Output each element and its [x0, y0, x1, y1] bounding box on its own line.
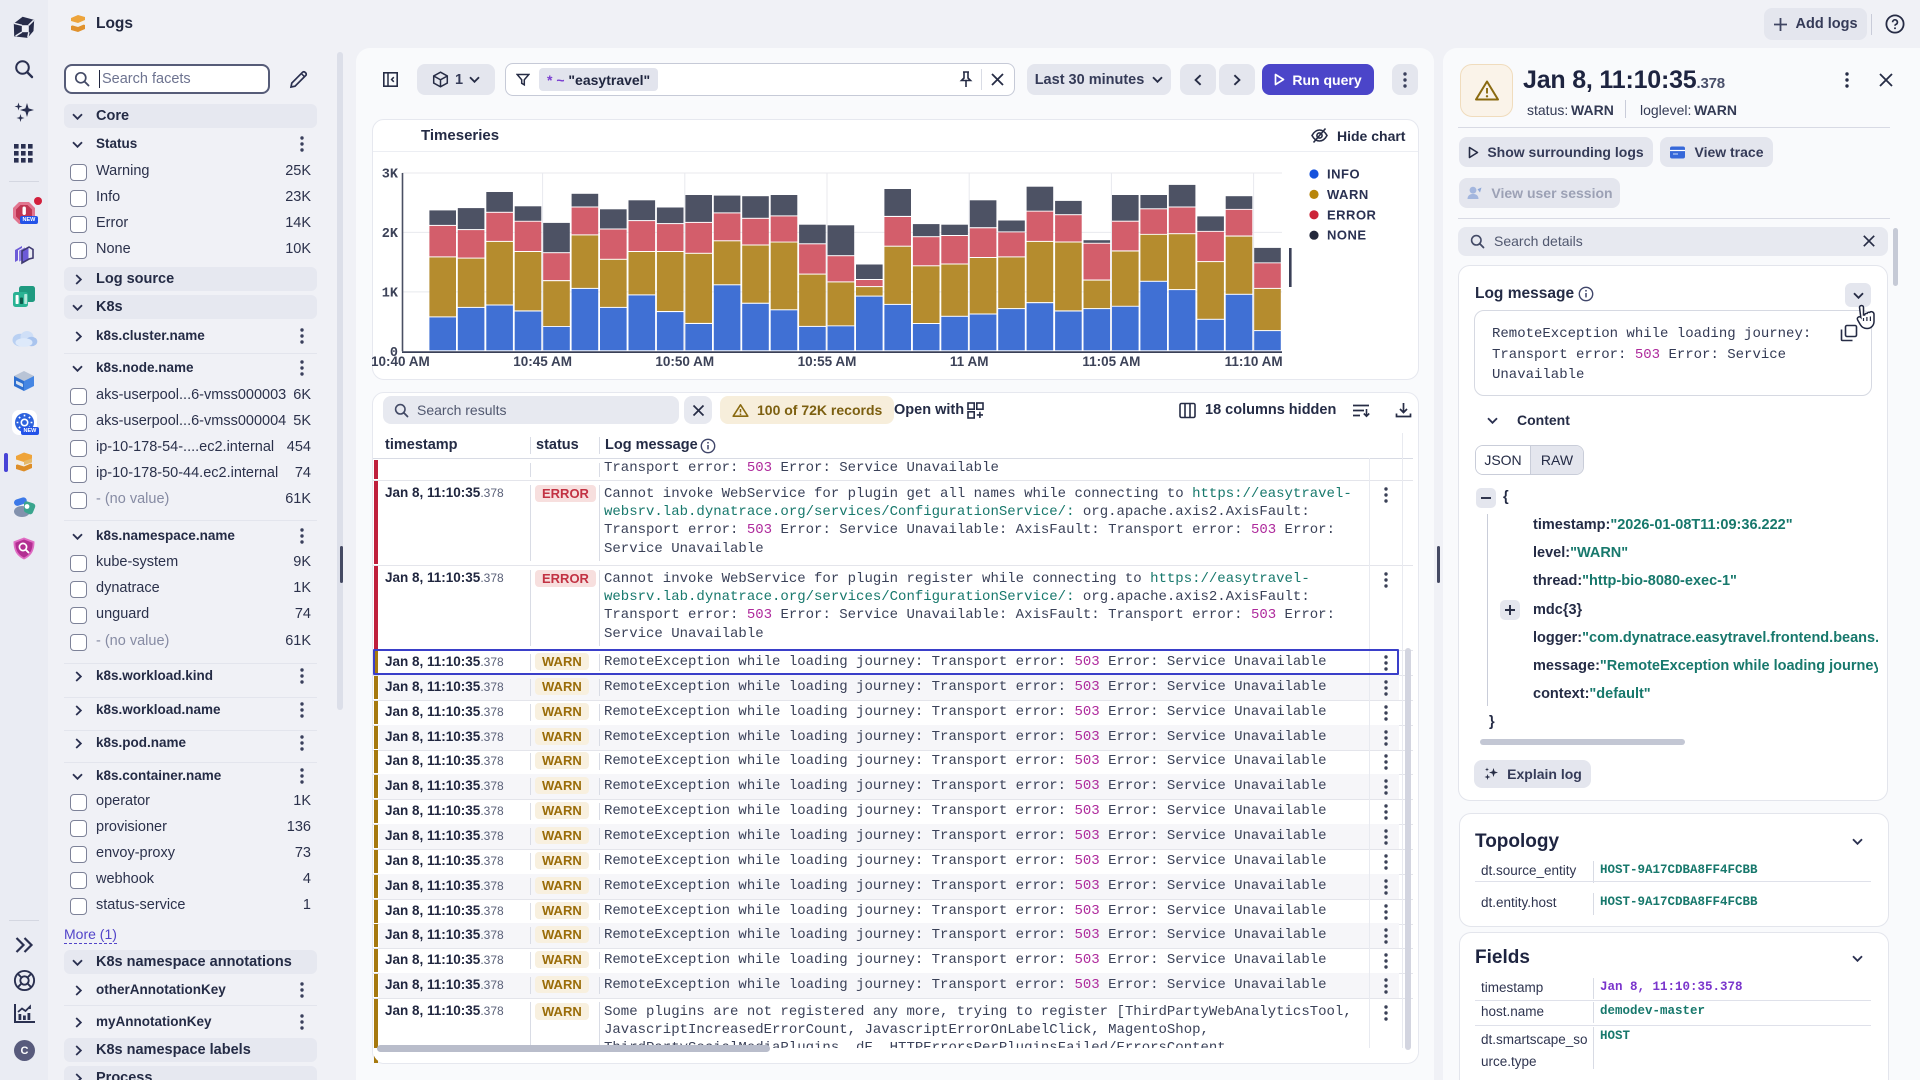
svg-text:10:55 AM: 10:55 AM [798, 354, 857, 369]
svg-text:3K: 3K [382, 168, 399, 183]
svg-text:INFO: INFO [1327, 167, 1360, 182]
svg-text:2K: 2K [382, 227, 399, 242]
svg-text:11:05 AM: 11:05 AM [1082, 354, 1140, 369]
svg-text:NONE: NONE [1327, 228, 1367, 243]
svg-text:10:45 AM: 10:45 AM [513, 354, 572, 369]
svg-text:WARN: WARN [1327, 187, 1369, 202]
svg-text:11 AM: 11 AM [950, 354, 989, 369]
svg-text:ERROR: ERROR [1327, 207, 1377, 222]
svg-text:10:50 AM: 10:50 AM [655, 354, 714, 369]
svg-text:10:40 AM: 10:40 AM [372, 354, 430, 369]
svg-text:1K: 1K [382, 286, 399, 301]
svg-text:11:10 AM: 11:10 AM [1225, 354, 1283, 369]
